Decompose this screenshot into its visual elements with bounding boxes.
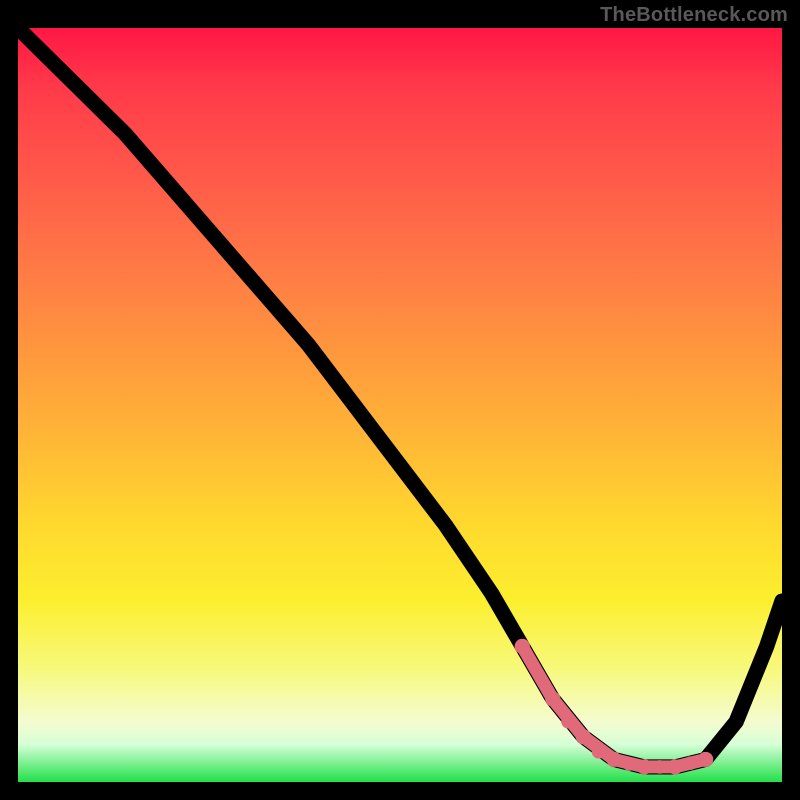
highlight-dot <box>561 715 575 729</box>
highlight-dot <box>576 729 591 744</box>
watermark-text: TheBottleneck.com <box>600 4 788 27</box>
highlight-dots <box>515 639 714 775</box>
plot-area <box>18 28 782 782</box>
highlight-dot <box>622 757 636 771</box>
highlight-dot <box>606 752 621 767</box>
highlight-dot <box>545 692 560 707</box>
highlight-dot <box>667 759 682 774</box>
highlight-dot <box>515 639 530 654</box>
chart-svg <box>18 28 782 782</box>
series-curve <box>18 28 782 767</box>
highlight-dot <box>637 759 652 774</box>
stage: TheBottleneck.com <box>0 0 800 800</box>
highlight-dot <box>683 756 697 770</box>
highlight-dot <box>653 760 667 774</box>
highlight-dot <box>592 745 606 759</box>
highlight-dot <box>698 752 713 767</box>
